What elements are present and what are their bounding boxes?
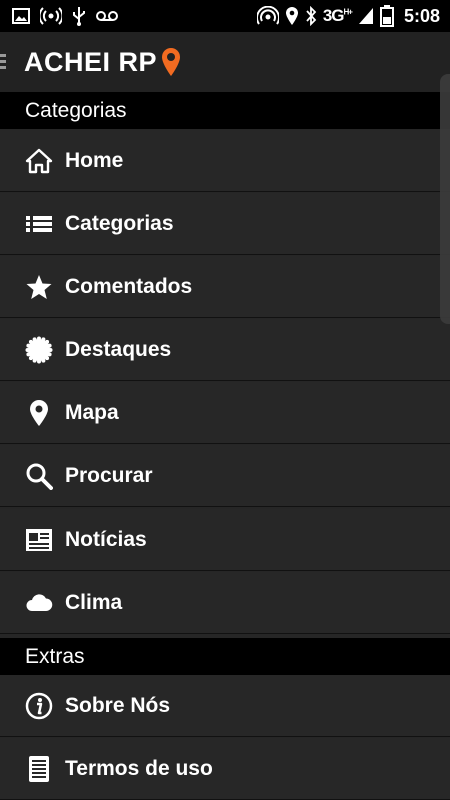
home-icon	[25, 147, 53, 175]
star-icon	[25, 273, 53, 301]
menu-item-label: Notícias	[65, 527, 147, 551]
newspaper-icon	[25, 526, 53, 554]
map-pin-icon	[25, 399, 53, 427]
section-header-extras: Extras	[0, 638, 450, 675]
menu-item-termos-de-uso[interactable]: Termos de uso	[0, 738, 450, 800]
menu-item-sobre-nos[interactable]: Sobre Nós	[0, 675, 450, 737]
status-bar: 3GH+ 5:08	[0, 0, 450, 32]
menu-item-label: Mapa	[65, 400, 119, 424]
badge-icon	[25, 336, 53, 364]
document-icon	[25, 755, 53, 783]
wifi-hotspot-icon	[40, 7, 62, 25]
menu-item-label: Categorias	[65, 211, 174, 235]
search-icon	[25, 462, 53, 490]
menu-item-label: Home	[65, 148, 124, 172]
menu-item-comentados[interactable]: Comentados	[0, 256, 450, 318]
location-icon	[285, 6, 299, 26]
info-icon	[25, 692, 53, 720]
signal-icon	[358, 7, 374, 25]
menu-item-label: Destaques	[65, 337, 172, 361]
voicemail-icon	[96, 10, 118, 22]
menu-item-destaques[interactable]: Destaques	[0, 319, 450, 381]
menu-item-label: Procurar	[65, 463, 153, 487]
image-icon	[12, 8, 30, 24]
menu-item-label: Sobre Nós	[65, 693, 171, 717]
battery-icon	[379, 5, 394, 27]
app-header: ACHEI RP	[0, 32, 450, 92]
app-title: ACHEI RP	[24, 46, 158, 77]
content-edge-overlay	[440, 74, 450, 324]
menu-item-procurar[interactable]: Procurar	[0, 445, 450, 507]
nfc-icon	[256, 6, 279, 26]
menu-item-label: Comentados	[65, 274, 193, 298]
clock: 5:08	[403, 5, 440, 26]
menu-item-clima[interactable]: Clima	[0, 572, 450, 634]
menu-item-label: Clima	[65, 590, 123, 614]
menu-item-noticias[interactable]: Notícias	[0, 509, 450, 571]
menu-item-home[interactable]: Home	[0, 130, 450, 192]
usb-icon	[72, 6, 86, 26]
map-pin-logo-icon	[160, 47, 182, 77]
bluetooth-icon	[305, 6, 317, 26]
app-logo: ACHEI RP	[24, 47, 182, 78]
menu-item-categorias[interactable]: Categorias	[0, 193, 450, 255]
section-header-categorias: Categorias	[0, 92, 450, 129]
network-type: 3GH+	[322, 6, 353, 25]
menu-item-mapa[interactable]: Mapa	[0, 382, 450, 444]
list-icon	[25, 210, 53, 238]
cloud-icon	[25, 589, 53, 617]
menu-item-label: Termos de uso	[65, 756, 213, 780]
drawer-toggle-icon[interactable]	[0, 54, 6, 72]
